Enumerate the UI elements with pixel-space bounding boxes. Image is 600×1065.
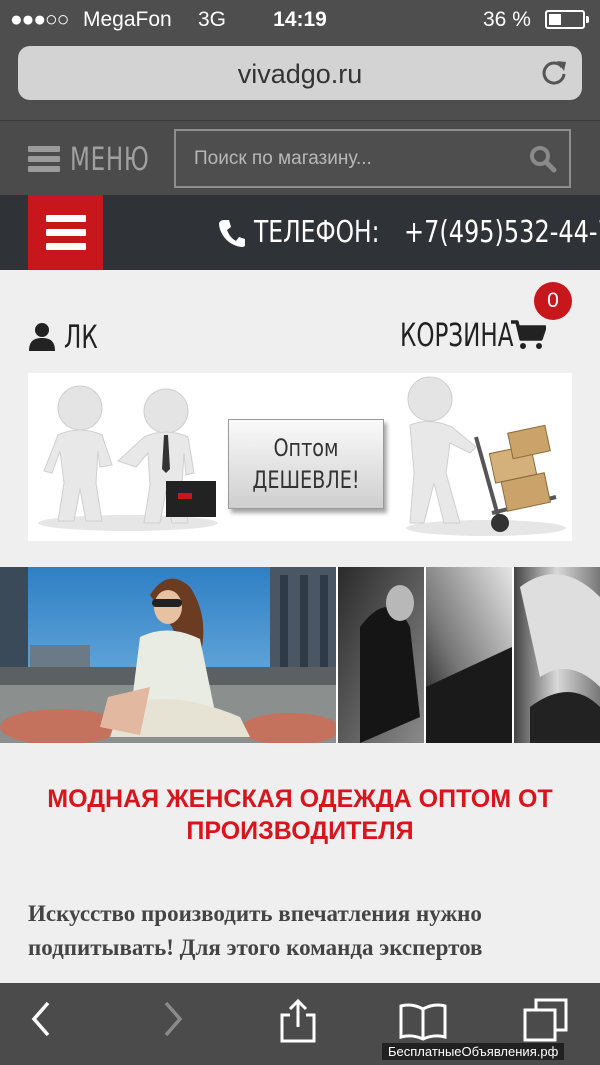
bookmarks-icon[interactable] xyxy=(398,1001,448,1041)
phone-number[interactable]: +7(495)532-44-70 xyxy=(404,215,600,250)
site-header: МЕНЮ xyxy=(0,120,600,195)
cart-link[interactable]: КОРЗИНА xyxy=(400,316,546,354)
intro-paragraph: Искусство производить впечатления нужно … xyxy=(28,897,558,965)
headline-line2: ПРОИЗВОДИТЕЛЯ xyxy=(186,817,414,845)
status-bar: ●●●○○ MegaFon 3G 14:19 36 % xyxy=(0,0,600,40)
tabs-icon[interactable] xyxy=(522,997,570,1043)
back-icon[interactable] xyxy=(28,999,54,1039)
content-section: МОДНАЯ ЖЕНСКАЯ ОДЕЖДА ОПТОМ ОТ ПРОИЗВОДИ… xyxy=(0,743,600,983)
url-text[interactable]: vivadgo.ru xyxy=(18,59,582,90)
menu-label: МЕНЮ xyxy=(70,140,150,178)
headline-line1: МОДНАЯ ЖЕНСКАЯ ОДЕЖДА ОПТОМ ОТ xyxy=(47,785,553,813)
user-icon xyxy=(29,323,55,351)
phone-icon xyxy=(219,219,245,247)
fashion-photo-banner[interactable] xyxy=(0,567,600,743)
cart-count-badge: 0 xyxy=(534,282,572,320)
hamburger-icon xyxy=(28,146,60,172)
address-bar[interactable]: vivadgo.ru xyxy=(18,46,582,100)
battery-percent: 36 % xyxy=(483,8,531,31)
browser-chrome: vivadgo.ru xyxy=(0,40,600,120)
phone-link[interactable]: ТЕЛЕФОН: +7(495)532-44-70 xyxy=(218,215,600,250)
account-link[interactable]: ЛК xyxy=(28,318,111,356)
menu-button[interactable]: МЕНЮ xyxy=(28,139,180,179)
forward-icon[interactable] xyxy=(160,999,186,1039)
account-label: ЛК xyxy=(64,318,98,356)
banner-line1: Оптом xyxy=(273,434,339,462)
handshake-figures-illustration xyxy=(38,385,218,531)
wholesale-cheaper-button[interactable]: Оптом ДЕШЕВЛЕ! xyxy=(228,419,384,509)
search-icon[interactable] xyxy=(529,145,557,173)
account-row: ЛК КОРЗИНА 0 xyxy=(0,270,600,370)
nav-toggle-button[interactable] xyxy=(28,195,103,270)
delivery-cart-illustration xyxy=(406,376,566,536)
phone-label: ТЕЛЕФОН: xyxy=(254,215,380,250)
watermark-label: БесплатныеОбъявления.рф xyxy=(382,1043,565,1060)
search-input[interactable] xyxy=(176,131,516,186)
contact-bar: ТЕЛЕФОН: +7(495)532-44-70 xyxy=(0,195,600,270)
fashion-collage-image xyxy=(0,567,600,743)
banner-line2: ДЕШЕВЛЕ! xyxy=(252,466,360,494)
wholesale-banner[interactable]: Оптом ДЕШЕВЛЕ! xyxy=(28,373,572,541)
reload-icon[interactable] xyxy=(540,58,568,86)
battery-icon xyxy=(545,10,589,29)
cart-icon xyxy=(511,320,546,349)
page-headline: МОДНАЯ ЖЕНСКАЯ ОДЕЖДА ОПТОМ ОТ ПРОИЗВОДИ… xyxy=(28,783,572,847)
share-icon[interactable] xyxy=(278,997,318,1043)
cart-label: КОРЗИНА xyxy=(400,316,514,354)
paragraph-line1: Искусство производить впечатления нужно xyxy=(28,901,482,926)
search-box xyxy=(174,129,571,188)
paragraph-line2: подпитывать! Для этого команда экспертов xyxy=(28,935,483,960)
